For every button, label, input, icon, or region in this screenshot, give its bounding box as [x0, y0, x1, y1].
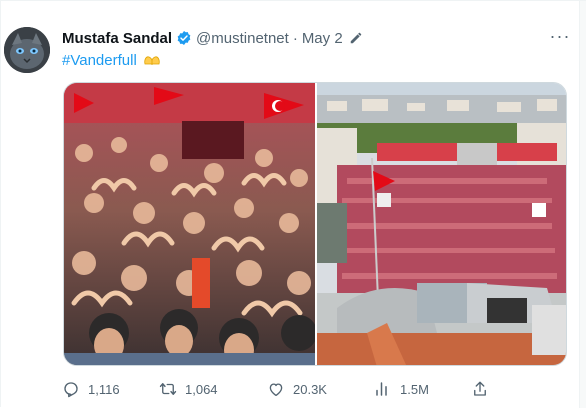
reply-icon — [64, 382, 78, 398]
like-icon — [269, 383, 283, 397]
media-image-aerial-rally[interactable] — [317, 83, 566, 365]
tweet-actions: 1,116 1,064 20.3K 1.5M — [62, 378, 502, 400]
media-image-crowd-hearts[interactable] — [64, 83, 317, 365]
tweet-header: Mustafa Sandal @mustinetnet · May 2 — [62, 27, 363, 49]
tweet-date[interactable]: May 2 — [302, 30, 343, 47]
retweet-count: 1,064 — [185, 381, 218, 397]
share-button[interactable] — [471, 378, 497, 400]
author-handle[interactable]: @mustinetnet — [196, 30, 289, 47]
reply-button[interactable]: 1,116 — [62, 378, 120, 400]
scrollbar[interactable] — [579, 1, 586, 408]
like-count: 20.3K — [293, 381, 327, 397]
retweet-icon — [159, 383, 177, 395]
like-button[interactable]: 20.3K — [267, 378, 327, 400]
heart-hands-emoji-icon — [143, 53, 161, 67]
verified-badge-icon — [176, 30, 192, 46]
view-count: 1.5M — [400, 381, 429, 397]
tweet-text: #Vanderfull — [62, 49, 161, 71]
views-button[interactable]: 1.5M — [374, 378, 429, 400]
share-icon — [474, 381, 486, 396]
hashtag-link[interactable]: #Vanderfull — [62, 52, 137, 69]
tweet-media[interactable] — [63, 82, 567, 366]
edit-pencil-icon[interactable] — [349, 31, 363, 45]
more-options-button[interactable]: ··· — [549, 25, 571, 47]
avatar[interactable] — [4, 27, 50, 73]
separator-dot: · — [292, 29, 298, 47]
tweet-card[interactable]: Mustafa Sandal @mustinetnet · May 2 ··· … — [0, 0, 586, 408]
retweet-button[interactable]: 1,064 — [159, 378, 218, 400]
reply-count: 1,116 — [88, 381, 120, 397]
views-icon — [376, 382, 387, 396]
author-name[interactable]: Mustafa Sandal — [62, 30, 172, 47]
